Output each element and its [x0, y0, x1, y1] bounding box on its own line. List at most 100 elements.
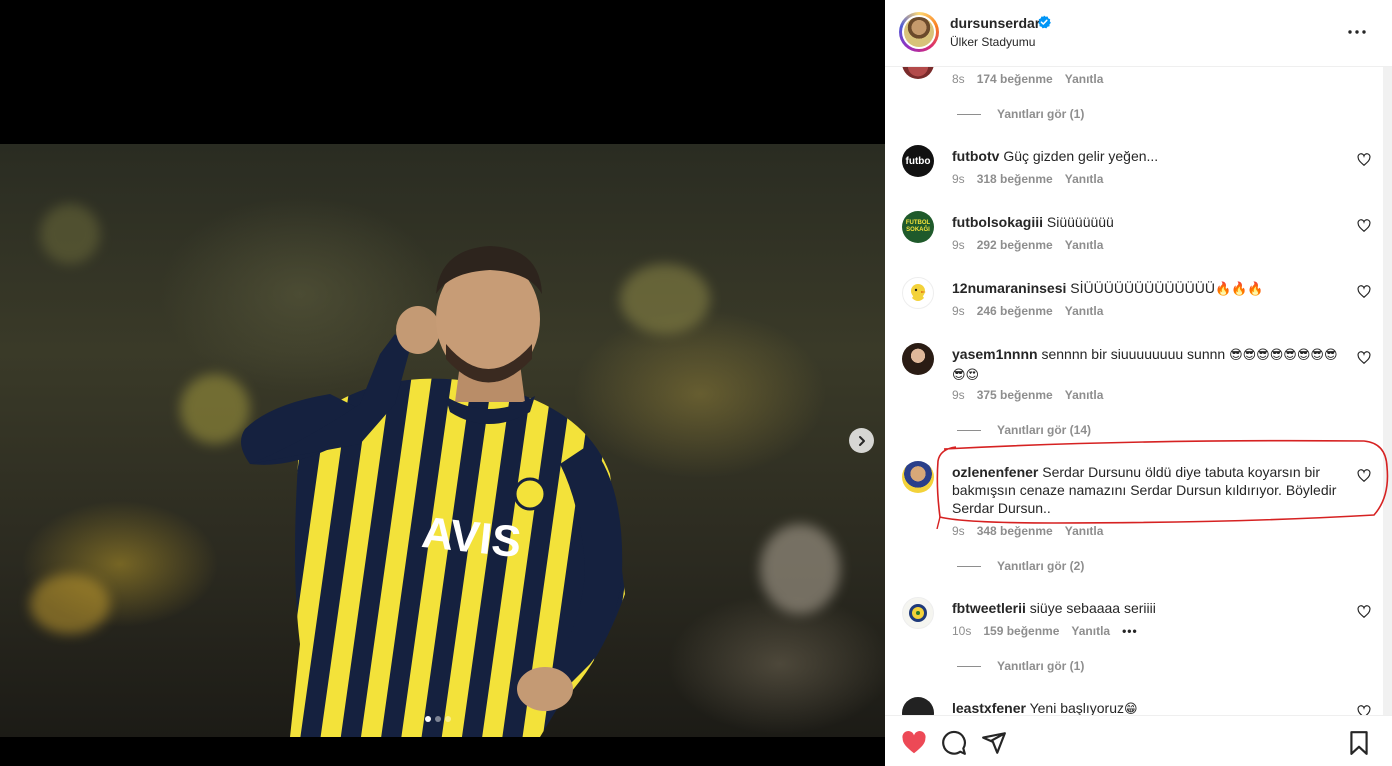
comment-meta: 9s 375 beğenme Yanıtla	[952, 388, 1103, 402]
comment-time[interactable]: 10s	[952, 624, 971, 638]
comment-emoji: 😁	[1124, 702, 1138, 715]
comment-like-heart-icon[interactable]	[1357, 351, 1371, 365]
share-send-icon[interactable]	[981, 730, 1007, 756]
comment-likes[interactable]: 292 beğenme	[977, 238, 1053, 252]
comment-time[interactable]: 9s	[952, 238, 965, 252]
comment-text: leastxfener Yeni başlıyoruz😁	[952, 699, 1342, 715]
commenter-username[interactable]: futbolsokagiii	[952, 214, 1043, 230]
comment-content: SİÜÜÜÜÜÜÜÜÜÜÜÜÜ	[1070, 280, 1215, 296]
author-username[interactable]: dursunserdar	[950, 15, 1040, 31]
comment-time[interactable]: 9s	[952, 524, 965, 538]
commenter-username[interactable]: futbotv	[952, 148, 999, 164]
comment-meta: 9s 318 beğenme Yanıtla	[952, 172, 1103, 186]
commenter-avatar[interactable]	[902, 697, 934, 715]
commenter-avatar[interactable]	[902, 461, 934, 493]
commenter-username[interactable]: fbtweetlerii	[952, 600, 1026, 616]
comment-meta: 9s 246 beğenme Yanıtla	[952, 304, 1103, 318]
comment-content: Güç gizden gelir yeğen...	[1003, 148, 1159, 164]
view-replies-label: Yanıtları gör (2)	[997, 559, 1085, 573]
comment-item: leastxfener Yeni başlıyoruz😁	[885, 697, 1392, 715]
comment-item: futbo futbotv Güç gizden gelir yeğen... …	[885, 145, 1392, 195]
player-illustration: AVIS	[241, 246, 625, 737]
comment-time[interactable]: 9s	[952, 304, 965, 318]
comments-scrollbar[interactable]	[1383, 67, 1392, 715]
view-replies-button[interactable]: Yanıtları gör (2)	[957, 559, 1084, 573]
comment-time[interactable]: 9s	[952, 172, 965, 186]
like-heart-icon[interactable]	[901, 730, 927, 756]
comment-reply-button[interactable]: Yanıtla	[1071, 624, 1110, 638]
comment-reply-button[interactable]: Yanıtla	[1065, 304, 1104, 318]
comment-likes[interactable]: 348 beğenme	[977, 524, 1053, 538]
comment-likes[interactable]: 375 beğenme	[977, 388, 1053, 402]
canary-icon	[909, 604, 927, 622]
comment-likes[interactable]: 246 beğenme	[977, 304, 1053, 318]
verified-badge-icon	[1038, 15, 1051, 29]
post-location[interactable]: Ülker Stadyumu	[950, 35, 1035, 49]
comment-like-heart-icon[interactable]	[1357, 469, 1371, 483]
comment-likes[interactable]: 318 beğenme	[977, 172, 1053, 186]
commenter-username[interactable]: yasem1nnnn	[952, 346, 1038, 362]
slide-indicator	[425, 716, 451, 722]
comment-text: 12numaraninsesi SİÜÜÜÜÜÜÜÜÜÜÜÜÜ🔥🔥🔥	[952, 279, 1342, 299]
comment-reply-button[interactable]: Yanıtla	[1065, 238, 1104, 252]
commenter-username[interactable]: 12numaraninsesi	[952, 280, 1066, 296]
view-replies-label: Yanıtları gör (14)	[997, 423, 1092, 437]
more-options-icon[interactable]	[1345, 22, 1369, 42]
commenter-avatar[interactable]	[902, 597, 934, 629]
author-avatar[interactable]	[899, 12, 939, 52]
comment-time[interactable]: 9s	[952, 388, 965, 402]
commenter-avatar[interactable]	[902, 277, 934, 309]
comment-item: fbtweetlerii siüye sebaaaa seriiii 10s 1…	[885, 597, 1392, 681]
comment-like-heart-icon[interactable]	[1357, 153, 1371, 167]
post-action-bar	[885, 715, 1392, 766]
commenter-avatar[interactable]	[902, 67, 934, 79]
comment-like-heart-icon[interactable]	[1357, 605, 1371, 619]
comment-item: FUTBOL SOKAĞI futbolsokagiii Siüüüüüüü 9…	[885, 211, 1392, 261]
comment-text: ozlenenfener Serdar Dursunu öldü diye ta…	[952, 463, 1342, 517]
comment-reply-button[interactable]: Yanıtla	[1065, 72, 1104, 86]
comment-content: sennnn bir siuuuuuuuu sunnn	[1041, 346, 1226, 362]
comment-like-heart-icon[interactable]	[1357, 705, 1371, 715]
commenter-username[interactable]: ozlenenfener	[952, 464, 1038, 480]
comment-text: fbtweetlerii siüye sebaaaa seriiii	[952, 599, 1342, 617]
slide-dot	[445, 716, 451, 722]
comment-reply-button[interactable]: Yanıtla	[1065, 388, 1104, 402]
comment-meta: 9s 292 beğenme Yanıtla	[952, 238, 1103, 252]
comment-time[interactable]: 8s	[952, 72, 965, 86]
slide-dot	[425, 716, 431, 722]
comment-text: futbotv Güç gizden gelir yeğen...	[952, 147, 1342, 165]
avatar-logo-text: futbo	[905, 155, 931, 167]
next-slide-button[interactable]	[849, 428, 874, 453]
comment-item: ozlenenfener Serdar Dursunu öldü diye ta…	[885, 461, 1392, 581]
comment-like-heart-icon[interactable]	[1357, 219, 1371, 233]
commenter-avatar[interactable]: FUTBOL SOKAĞI	[902, 211, 934, 243]
comment-like-heart-icon[interactable]	[1357, 285, 1371, 299]
post-media: AVIS	[0, 0, 885, 766]
comment-bubble-icon[interactable]	[941, 730, 967, 756]
view-replies-button[interactable]: Yanıtları gör (1)	[957, 659, 1084, 673]
comment-reply-button[interactable]: Yanıtla	[1065, 172, 1104, 186]
view-replies-button[interactable]: Yanıtları gör (1)	[957, 107, 1084, 121]
comment-meta: 8s 174 beğenme Yanıtla	[952, 72, 1103, 86]
bookmark-icon[interactable]	[1346, 730, 1372, 756]
comment-content: siüye sebaaaa seriiii	[1029, 600, 1156, 616]
post-header: dursunserdar Ülker Stadyumu	[885, 0, 1392, 67]
chevron-right-icon	[858, 435, 865, 446]
comment-item: 8s 174 beğenme Yanıtla Yanıtları gör (1)	[885, 67, 1392, 127]
comment-meta: 9s 348 beğenme Yanıtla	[952, 524, 1103, 538]
comment-reply-button[interactable]: Yanıtla	[1065, 524, 1104, 538]
comment-likes[interactable]: 159 beğenme	[983, 624, 1059, 638]
commenter-username[interactable]: leastxfener	[952, 700, 1026, 715]
comment-more-options[interactable]: •••	[1122, 624, 1138, 638]
commenter-avatar[interactable]: futbo	[902, 145, 934, 177]
comments-list[interactable]: 8s 174 beğenme Yanıtla Yanıtları gör (1)…	[885, 67, 1392, 715]
view-replies-button[interactable]: Yanıtları gör (14)	[957, 423, 1091, 437]
post-side-panel: dursunserdar Ülker Stadyumu 8s 174 beğen…	[885, 0, 1392, 766]
comment-emoji: 🔥🔥🔥	[1214, 282, 1264, 297]
commenter-avatar[interactable]	[902, 343, 934, 375]
comment-content: Yeni başlıyoruz	[1029, 700, 1125, 715]
comment-item: yasem1nnnn sennnn bir siuuuuuuuu sunnn 😎…	[885, 343, 1392, 443]
view-replies-label: Yanıtları gör (1)	[997, 659, 1085, 673]
comment-text: futbolsokagiii Siüüüüüüü	[952, 213, 1342, 231]
comment-likes[interactable]: 174 beğenme	[977, 72, 1053, 86]
